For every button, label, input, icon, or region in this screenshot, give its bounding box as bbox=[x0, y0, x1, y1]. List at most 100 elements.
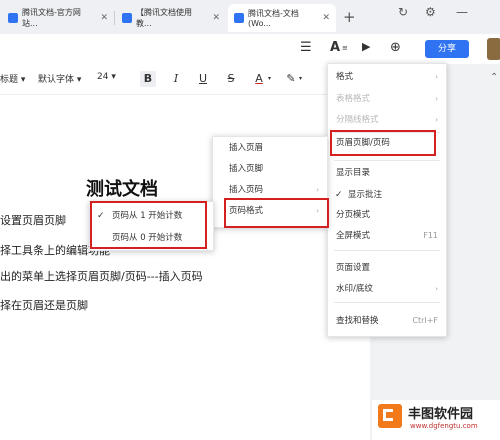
document-line[interactable]: 设置页眉页脚 bbox=[0, 212, 66, 228]
menu-item-label: 插入页眉 bbox=[229, 143, 264, 153]
strikethrough-button[interactable]: S bbox=[223, 71, 239, 87]
refresh-icon[interactable]: ↻ bbox=[398, 5, 408, 19]
chevron-down-icon[interactable]: ▾ bbox=[299, 75, 302, 82]
close-icon[interactable]: ✕ bbox=[212, 13, 220, 23]
minimize-icon[interactable]: — bbox=[456, 5, 468, 19]
chevron-up-icon[interactable]: ⌃ bbox=[490, 72, 498, 83]
menu-item-label: 插入页码 bbox=[229, 185, 264, 195]
menu-item-find-replace[interactable]: 查找和替换 Ctrl+F bbox=[328, 312, 446, 330]
shortcut-label: F11 bbox=[423, 231, 438, 240]
chevron-right-icon: › bbox=[435, 73, 438, 81]
settings-icon[interactable]: ⚙ bbox=[425, 5, 436, 19]
menu-item-label: 页码格式 bbox=[229, 206, 264, 216]
tab-divider bbox=[114, 11, 115, 25]
watermark-url: www.dgfengtu.com bbox=[410, 422, 478, 430]
document-favicon-icon bbox=[122, 13, 132, 23]
menu-item-insert-header[interactable]: 插入页眉 bbox=[213, 139, 327, 157]
menu-item-watermark[interactable]: 水印/底纹 › bbox=[328, 280, 446, 298]
browser-tab-1[interactable]: 腾讯文档-官方网站... ✕ bbox=[2, 4, 114, 32]
checkmark-icon: ✓ bbox=[335, 190, 343, 200]
watermark-name: 丰图软件园 bbox=[408, 407, 474, 422]
page-number-format-submenu: ✓ 页码从 1 开始计数 页码从 0 开始计数 bbox=[89, 201, 214, 251]
menu-item-label: 表格格式 bbox=[336, 94, 371, 104]
menu-item-label: 页眉页脚/页码 bbox=[336, 138, 390, 148]
menu-item-label: 全屏模式 bbox=[336, 231, 371, 241]
menu-item-divider-format: 分隔线格式 › bbox=[328, 111, 446, 129]
bold-button[interactable]: B bbox=[140, 71, 156, 87]
new-tab-button[interactable]: + bbox=[343, 8, 356, 26]
chevron-down-icon: ▾ bbox=[20, 75, 26, 85]
menu-divider bbox=[334, 132, 440, 133]
font-color-button[interactable]: A bbox=[251, 71, 267, 87]
close-icon[interactable]: ✕ bbox=[100, 13, 108, 23]
menu-item-label: 查找和替换 bbox=[336, 316, 379, 326]
chevron-right-icon: › bbox=[316, 186, 319, 194]
font-family-value: 默认字体 bbox=[38, 75, 75, 85]
share-button[interactable]: 分享 bbox=[425, 40, 469, 58]
document-line[interactable]: 择在页眉还是页脚 bbox=[0, 297, 88, 313]
font-family-select[interactable]: 默认字体 ▾ bbox=[38, 72, 81, 85]
avatar[interactable] bbox=[487, 38, 500, 60]
chevron-right-icon: › bbox=[435, 116, 438, 124]
tab-title: 【腾讯文档使用教... bbox=[136, 8, 192, 28]
browser-tab-2[interactable]: 【腾讯文档使用教... ✕ bbox=[116, 4, 226, 32]
italic-button[interactable]: I bbox=[168, 71, 184, 87]
chevron-down-icon[interactable]: ▾ bbox=[268, 75, 271, 82]
menu-item-page-mode[interactable]: 分页模式 bbox=[328, 206, 446, 224]
logo-mark bbox=[383, 409, 393, 421]
menu-item-fullscreen[interactable]: 全屏模式 F11 bbox=[328, 227, 446, 245]
shortcut-label: Ctrl+F bbox=[412, 316, 438, 325]
menu-item-start-from-1[interactable]: ✓ 页码从 1 开始计数 bbox=[90, 207, 213, 225]
paragraph-style-value: 标题 bbox=[0, 75, 19, 85]
view-menu: 格式 › 表格格式 › 分隔线格式 › 页眉页脚/页码 显示目录 ✓ 显示批注 分页模式… bbox=[327, 63, 447, 337]
font-size-value: 24 bbox=[97, 72, 109, 82]
browser-tab-3[interactable]: 腾讯文档-文档(Wo... ✕ bbox=[228, 4, 336, 32]
menu-item-show-comments[interactable]: ✓ 显示批注 bbox=[328, 186, 446, 204]
menu-item-insert-page-number[interactable]: 插入页码 › bbox=[213, 181, 327, 199]
menu-item-label: 页面设置 bbox=[336, 263, 371, 273]
menu-item-page-number-format[interactable]: 页码格式 › bbox=[213, 202, 327, 220]
chevron-right-icon: › bbox=[316, 207, 319, 215]
menu-item-label: 显示批注 bbox=[348, 190, 383, 200]
header-footer-submenu: 插入页眉 插入页脚 插入页码 › 页码格式 › bbox=[212, 136, 328, 228]
chevron-right-icon: › bbox=[435, 285, 438, 293]
tab-title: 腾讯文档-文档(Wo... bbox=[248, 9, 299, 28]
present-icon[interactable]: ▶ bbox=[362, 40, 370, 53]
menu-item-insert-footer[interactable]: 插入页脚 bbox=[213, 160, 327, 178]
paragraph-style-select[interactable]: 标题 ▾ bbox=[0, 72, 25, 85]
menu-item-label: 水印/底纹 bbox=[336, 284, 373, 294]
document-title[interactable]: 测试文档 bbox=[86, 175, 158, 201]
menu-divider bbox=[334, 302, 440, 303]
menu-item-label: 分隔线格式 bbox=[336, 115, 379, 125]
document-line[interactable]: 出的菜单上选择页眉页脚/页码---插入页码 bbox=[0, 268, 203, 284]
chevron-down-icon: ▾ bbox=[76, 75, 82, 85]
menu-item-label: 插入页脚 bbox=[229, 164, 264, 174]
menu-item-label: 显示目录 bbox=[336, 168, 371, 178]
menu-item-table-format: 表格格式 › bbox=[328, 90, 446, 108]
tencent-docs-favicon-icon bbox=[8, 13, 18, 23]
highlight-button[interactable]: ✎ bbox=[283, 71, 299, 87]
menu-item-header-footer[interactable]: 页眉页脚/页码 bbox=[328, 134, 446, 152]
menu-item-format[interactable]: 格式 › bbox=[328, 68, 446, 86]
font-size-select[interactable]: 24 ▾ bbox=[97, 72, 116, 82]
close-icon[interactable]: ✕ bbox=[322, 13, 330, 23]
tab-title: 腾讯文档-官方网站... bbox=[22, 8, 81, 28]
menu-item-page-setup[interactable]: 页面设置 bbox=[328, 259, 446, 277]
menu-divider bbox=[334, 250, 440, 251]
add-collaborator-icon[interactable]: ⊕ bbox=[390, 40, 401, 55]
menu-item-show-toc[interactable]: 显示目录 bbox=[328, 164, 446, 182]
menu-divider bbox=[334, 160, 440, 161]
chevron-right-icon: › bbox=[435, 95, 438, 103]
menu-icon[interactable]: ☰ bbox=[300, 40, 312, 55]
checkmark-icon: ✓ bbox=[97, 211, 105, 221]
menu-item-label: 页码从 1 开始计数 bbox=[112, 211, 183, 221]
menu-item-label: 页码从 0 开始计数 bbox=[112, 233, 183, 243]
document-favicon-icon bbox=[234, 13, 244, 23]
format-lines-icon: ≡ bbox=[342, 44, 348, 52]
underline-button[interactable]: U bbox=[195, 71, 211, 87]
chevron-down-icon: ▾ bbox=[111, 72, 116, 82]
menu-item-start-from-0[interactable]: 页码从 0 开始计数 bbox=[90, 229, 213, 247]
menu-item-label: 分页模式 bbox=[336, 210, 371, 220]
text-format-icon[interactable]: A bbox=[330, 40, 340, 55]
menu-item-label: 格式 bbox=[336, 72, 354, 82]
